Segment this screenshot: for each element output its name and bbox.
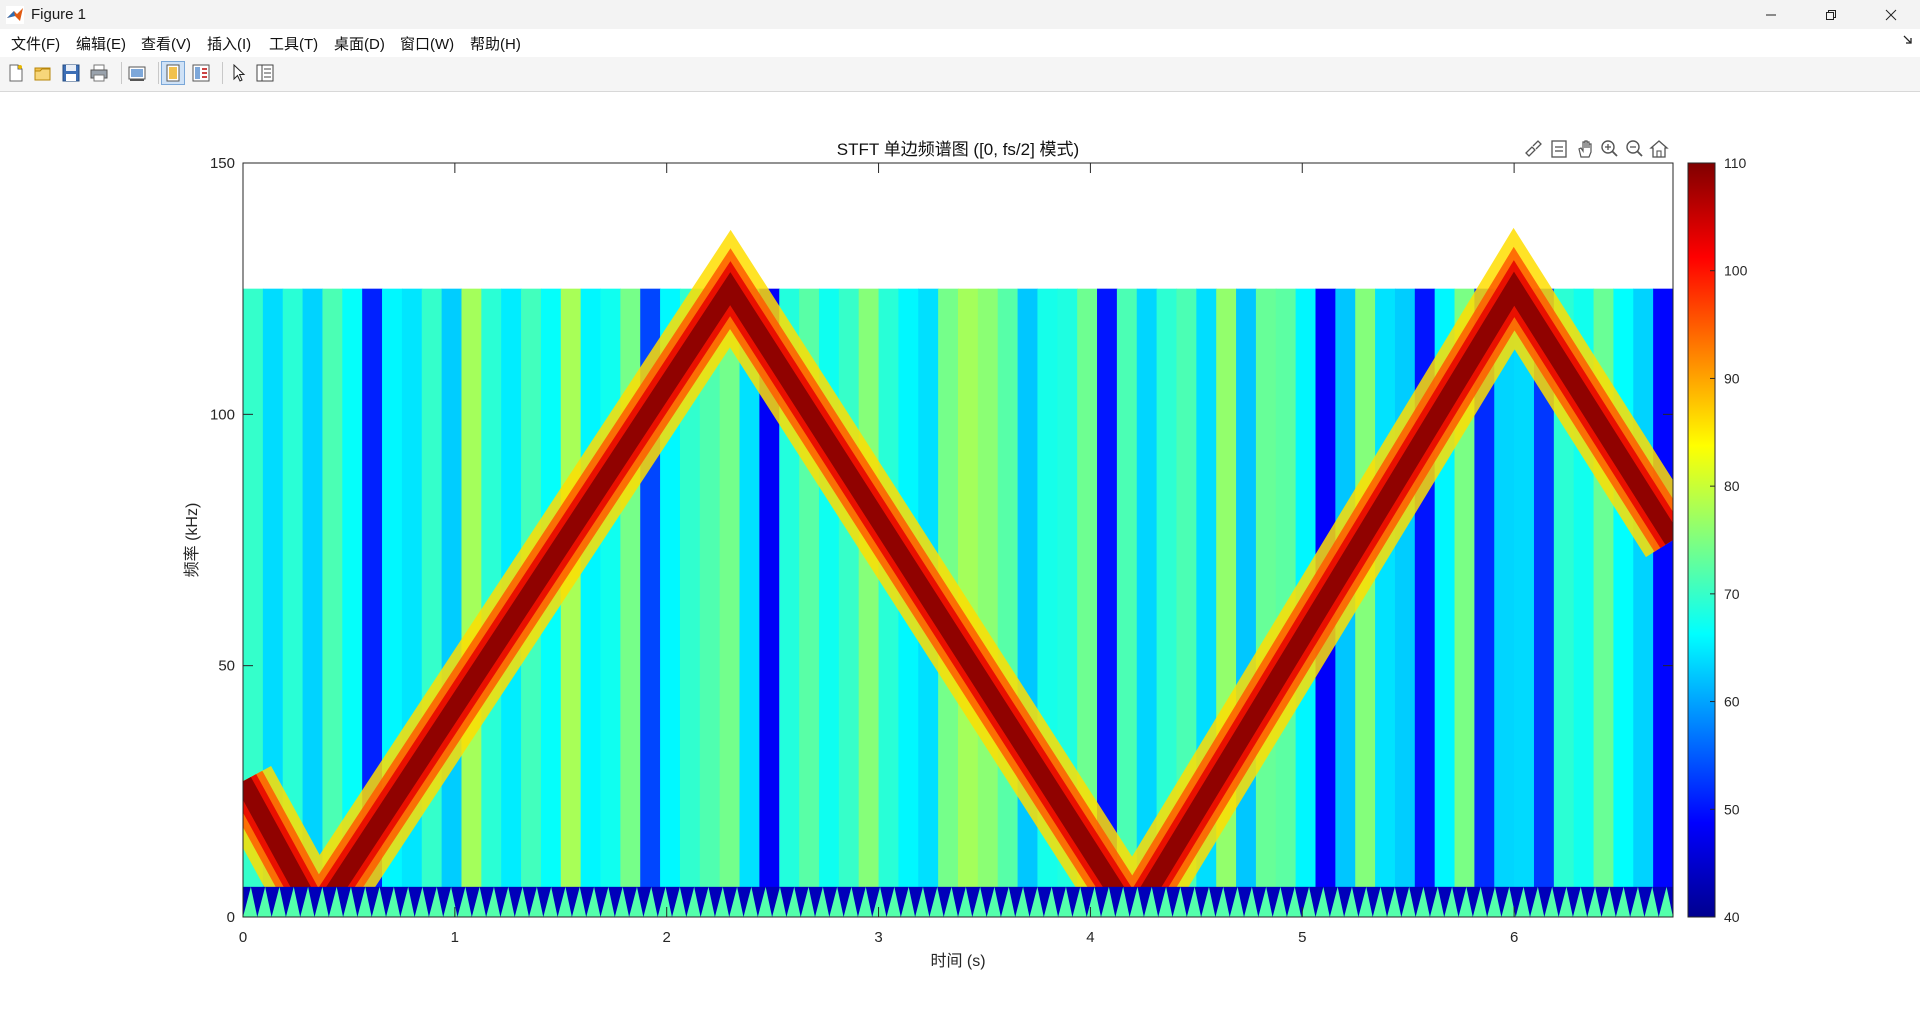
zoom-in-icon[interactable] xyxy=(1601,140,1618,157)
y-tick-label: 150 xyxy=(210,155,235,172)
spectrogram-image xyxy=(243,163,1673,917)
data-tip-icon[interactable] xyxy=(1551,140,1567,158)
colorbar-tick-label: 100 xyxy=(1724,263,1748,279)
colorbar-tick-label: 70 xyxy=(1724,586,1740,602)
spectrogram-stripe xyxy=(1116,288,1138,917)
colorbar-tick-label: 90 xyxy=(1724,370,1740,386)
x-tick-label: 3 xyxy=(874,929,882,946)
low-band xyxy=(243,886,1673,917)
spectrogram-stripe xyxy=(838,288,860,917)
colorbar-tick-label: 60 xyxy=(1724,694,1740,710)
spectrogram-stripe xyxy=(1653,288,1673,917)
spectrogram-stripe xyxy=(1375,288,1396,917)
spectrogram-stripe xyxy=(421,288,443,917)
brush-icon[interactable] xyxy=(1525,140,1542,157)
x-tick-label: 4 xyxy=(1086,929,1094,946)
x-tick-label: 5 xyxy=(1298,929,1306,946)
spectrogram-low-band xyxy=(243,886,1673,917)
spectrogram-stripe xyxy=(600,288,621,917)
colorbar[interactable] xyxy=(1687,162,1716,918)
y-tick-label: 100 xyxy=(210,406,235,423)
spectrogram-stripe xyxy=(580,288,602,917)
spectrogram-stripe xyxy=(1613,288,1634,917)
spectrogram-figure[interactable]: STFT 单边频谱图 ([0, fs/2] 模式) 0 1 2 3 4 5 6 0 50 100… xyxy=(0,0,1920,1020)
spectrogram-stripe xyxy=(441,288,463,917)
y-tick-label: 50 xyxy=(218,658,235,675)
spectrogram-stripe xyxy=(560,288,582,917)
colorbar-tick-label: 40 xyxy=(1724,909,1740,925)
spectrogram-stripe xyxy=(322,288,343,917)
chart-title: STFT 单边频谱图 ([0, fs/2] 模式) xyxy=(837,140,1079,159)
spectrogram-stripe xyxy=(302,288,324,917)
spectrogram-stripe xyxy=(1633,288,1654,917)
y-tick-label: 0 xyxy=(227,909,235,926)
colorbar-tick-label: 80 xyxy=(1724,478,1740,494)
axes-toolbar xyxy=(1525,140,1669,158)
spectrogram-stripe xyxy=(1255,288,1277,917)
colorbar-tick-label: 110 xyxy=(1724,155,1747,171)
x-tick-label: 2 xyxy=(663,929,671,946)
x-tick-label: 6 xyxy=(1510,929,1518,946)
x-tick-label: 0 xyxy=(239,929,247,946)
y-axis-label: 频率 (kHz) xyxy=(183,503,201,578)
spectrogram-stripe xyxy=(977,288,999,917)
x-tick-label: 1 xyxy=(451,929,459,946)
spectrogram-stripe xyxy=(1514,288,1535,917)
spectrogram-stripe xyxy=(719,288,741,917)
pan-hand-icon[interactable] xyxy=(1578,140,1592,158)
colorbar-tick-label: 50 xyxy=(1724,801,1740,817)
spectrogram-stripe xyxy=(1236,288,1257,917)
spectrogram-stripe xyxy=(858,288,880,917)
spectrogram-stripe xyxy=(997,288,1019,917)
home-icon[interactable] xyxy=(1649,140,1669,158)
spectrogram-stripe xyxy=(1394,288,1416,917)
spectrogram-stripe xyxy=(1494,288,1515,917)
spectrogram-stripe xyxy=(461,288,482,917)
x-axis-label: 时间 (s) xyxy=(930,952,985,970)
zoom-out-icon[interactable] xyxy=(1626,140,1643,157)
colorbar-ticks: 40 50 60 70 80 90 100 110 xyxy=(1710,155,1748,925)
